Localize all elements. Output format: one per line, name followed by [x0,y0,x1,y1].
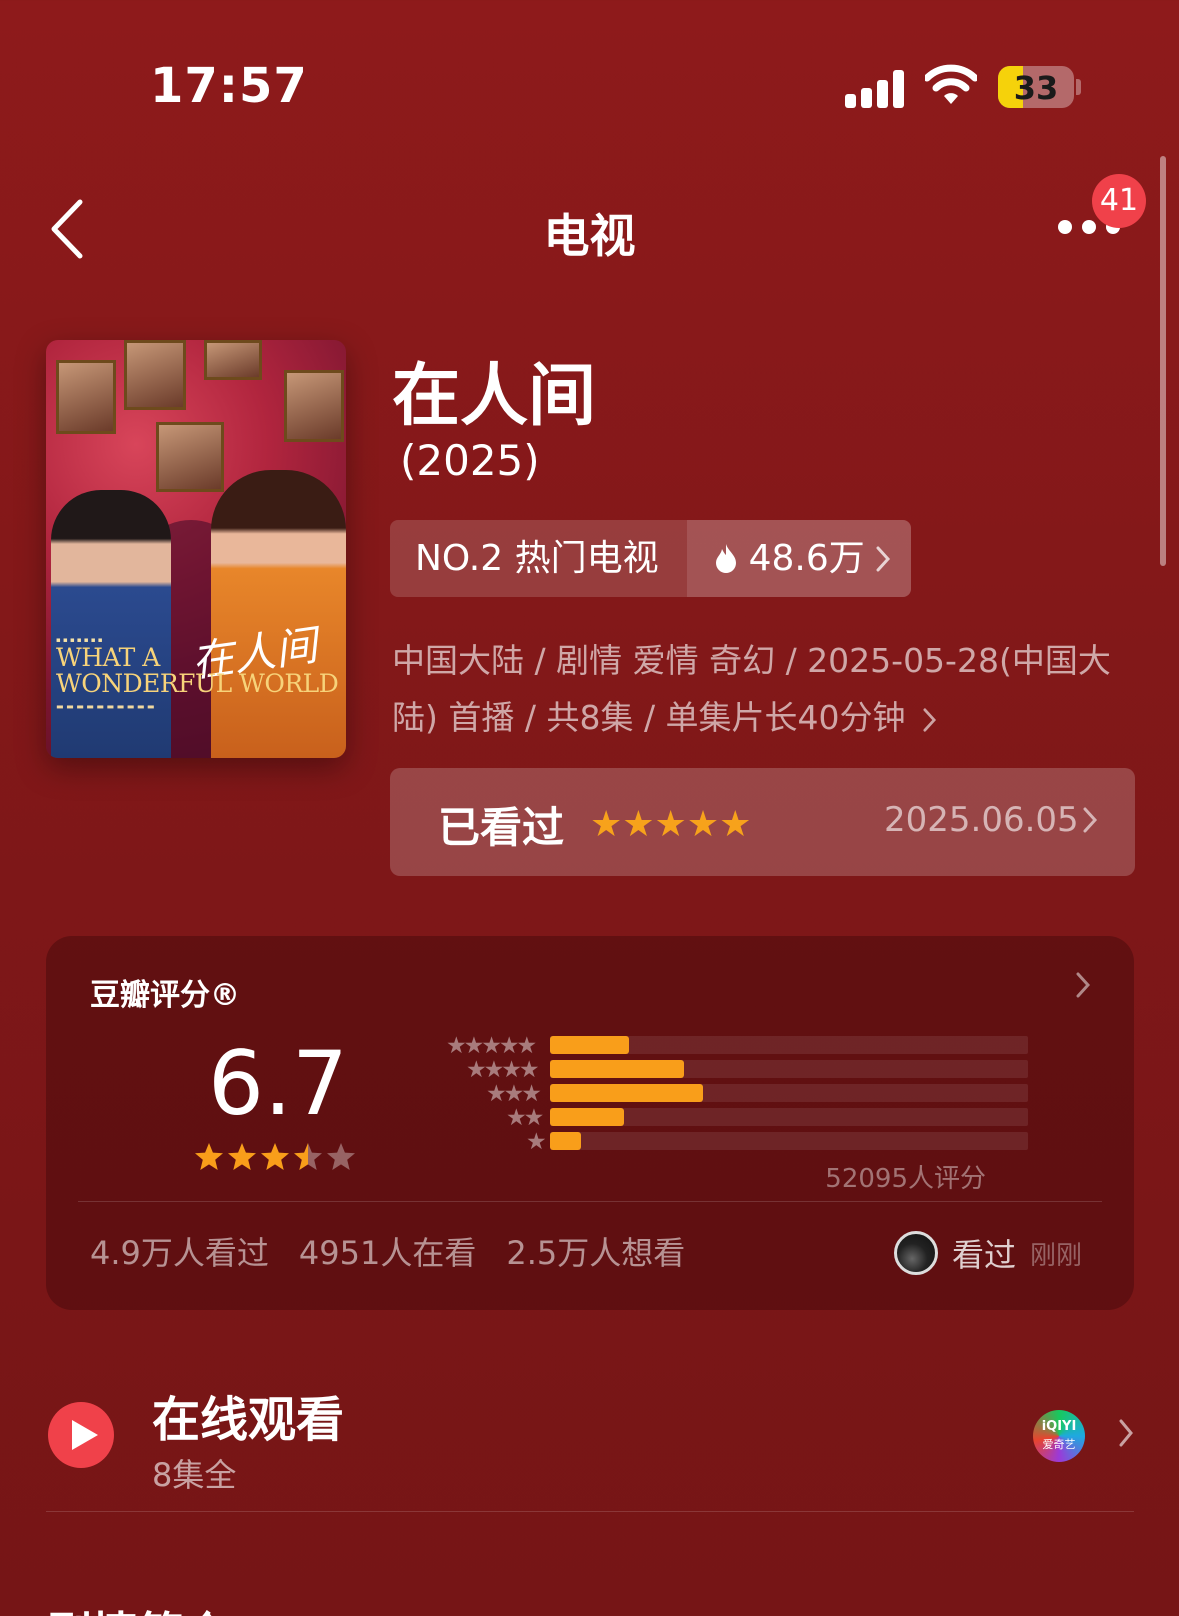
star-icon [261,1143,289,1170]
rating-bar [550,1132,582,1150]
my-rating-stars: ★★★★★ [590,804,752,845]
rating-count: 52095人评分 [825,1164,986,1194]
rating-bar-row: ★★★★★ [382,1033,1028,1059]
rating-bar-track [550,1084,1028,1102]
star-icon [294,1143,322,1170]
notification-badge: 41 [1092,174,1146,228]
my-status-time: 刚刚 [1030,1240,1083,1271]
rating-bar-track [550,1108,1028,1126]
heat-button[interactable]: 48.6万 [686,520,911,597]
rating-bar-label: ★ [526,1129,547,1155]
stat-want: 2.5万人想看 [506,1234,686,1272]
divider [78,1201,1102,1202]
star-icon [195,1143,223,1170]
rating-score: 6.7 [208,1032,348,1135]
rating-bar-row: ★ [382,1129,1028,1155]
star-icon [327,1143,355,1170]
douban-rating-card[interactable]: 豆瓣评分® 6.7 ★★★★★ ★★★★ ★★★ ★★ ★ 52095人评分 4.9万人… [46,936,1134,1310]
rating-bar [550,1036,629,1054]
my-status[interactable]: 看过 刚刚 [894,1230,1082,1276]
rating-bar-track [550,1132,1028,1150]
chevron-right-icon [1083,807,1098,833]
rating-bar [550,1060,684,1078]
chevron-right-icon [876,546,890,571]
rating-bar-label: ★★★ [486,1081,542,1107]
scrollbar[interactable] [1160,156,1166,566]
battery-tip [1076,79,1081,95]
online-watch-title[interactable]: 在线观看 [152,1380,344,1450]
rating-bar-row: ★★★★ [382,1057,1028,1083]
rating-bar-label: ★★ [506,1105,544,1131]
chevron-right-icon [923,708,937,732]
show-meta[interactable]: 中国大陆 / 剧情 爱情 奇幻 / 2025-05-28(中国大陆) 首播 / … [392,632,1132,746]
chevron-right-icon[interactable] [1118,1418,1134,1448]
iqiyi-logo-icon[interactable]: iQIYI 爱奇艺 [1033,1410,1085,1462]
section-title-synopsis: 剧情简介 [46,1598,230,1616]
watched-label: 已看过 [438,803,565,852]
heat-value: 48.6万 [748,538,865,579]
watched-date: 2025.06.05 [884,800,1079,840]
rating-distribution-chart: ★★★★★ ★★★★ ★★★ ★★ ★ [382,1033,1028,1155]
show-title: 在人间 [392,357,597,436]
rating-bar-track [550,1060,1028,1078]
viewer-stats: 4.9万人看过 4951人在看 2.5万人想看 [90,1228,685,1274]
rating-bar [550,1108,625,1126]
avatar[interactable] [894,1231,938,1275]
rating-bar [550,1084,703,1102]
stat-watching: 4951人在看 [298,1234,477,1272]
chevron-right-icon [1076,972,1090,998]
rating-bar-track [550,1036,1028,1054]
nav-title: 电视 [543,209,636,263]
watched-status-button[interactable]: 已看过 ★★★★★ 2025.06.05 [390,768,1135,876]
wifi-icon [925,64,977,104]
flame-icon [715,543,736,573]
battery-icon: 33 [998,66,1074,108]
rank-label: NO.2 热门电视 [390,520,687,597]
rating-title: 豆瓣评分® [90,978,240,1013]
rating-bar-label: ★★★★★ [446,1033,537,1059]
status-time: 17:57 [150,58,308,114]
cellular-signal-icon [845,68,907,108]
online-watch-episodes: 8集全 [152,1456,237,1494]
rating-bar-label: ★★★★ [466,1057,540,1083]
rank-badge[interactable]: NO.2 热门电视 48.6万 [390,520,911,597]
star-icon [228,1143,256,1170]
battery-level: 33 [1013,69,1059,107]
show-year: (2025) [400,436,540,485]
poster-credits: ▬ ▬ ▬ ▬ ▬ ▬ ▬ ▬ ▬ ▬ [56,702,155,711]
divider [46,1511,1134,1512]
my-status-label: 看过 [952,1236,1017,1274]
play-icon [72,1420,98,1450]
rating-stars [194,1142,362,1174]
rating-bar-row: ★★ [382,1105,1028,1131]
poster-en-title: WHAT A WONDERFUL WORLD [56,643,339,698]
rating-bar-row: ★★★ [382,1081,1028,1107]
poster-image[interactable]: ▪ ▪ ▪ ▪ ▪ ▪ ▪ 在人间 WHAT A WONDERFUL WORLD… [46,340,346,758]
stat-watched: 4.9万人看过 [90,1234,269,1272]
